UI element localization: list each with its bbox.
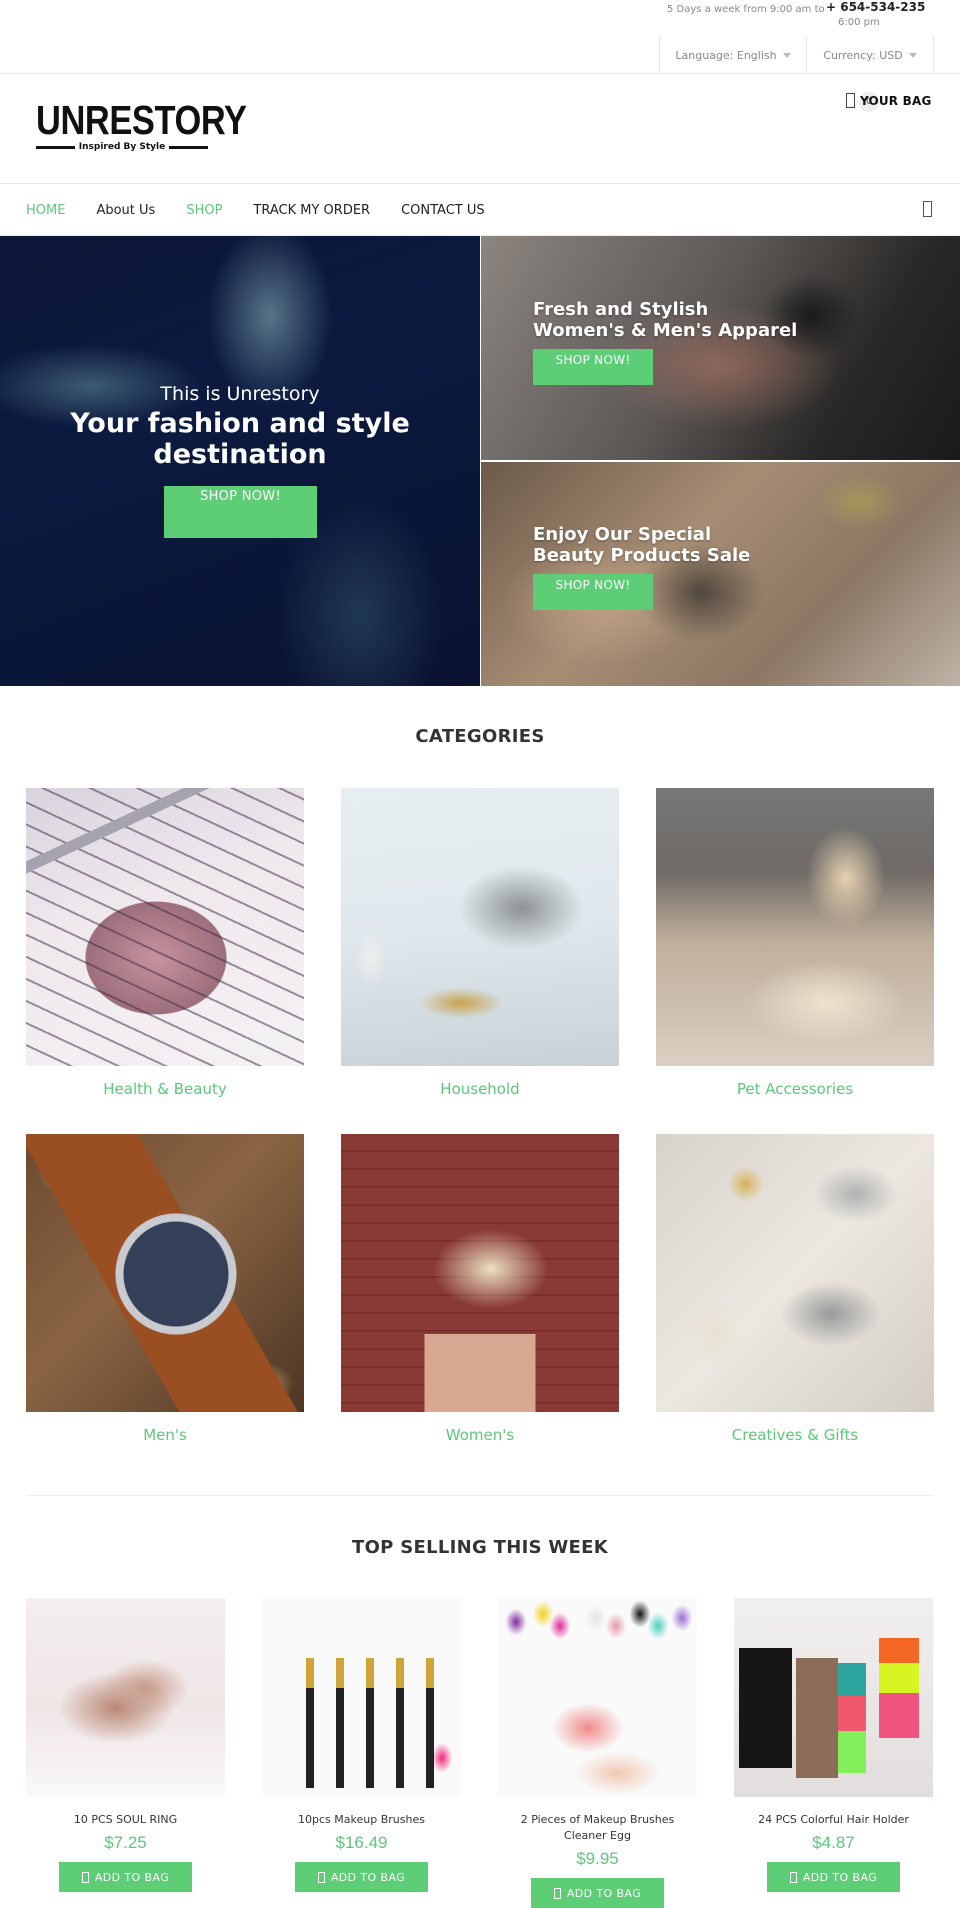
chevron-down-icon (908, 52, 917, 58)
category-card[interactable]: Health & Beauty (26, 788, 304, 1134)
product-price: $16.49 (335, 1833, 388, 1852)
beauty-title-line: Beauty Products Sale (533, 545, 751, 566)
product-image[interactable] (498, 1598, 697, 1797)
beauty-title-line: Enjoy Our Special (533, 524, 712, 545)
shopping-bag-icon (553, 1887, 561, 1899)
product-card: 2 Pieces of Makeup Brushes Cleaner Egg $… (498, 1598, 697, 1908)
header: UNRESTORY Inspired By Style (0, 74, 960, 184)
nav-item-contact-us[interactable]: CONTACT US (401, 203, 485, 218)
beauty-tile-title: Enjoy Our Special Beauty Products Sale (533, 524, 750, 566)
product-name[interactable]: 10pcs Makeup Brushes (262, 1812, 461, 1828)
hero-banner: This is Unrestory Your fashion and style… (0, 236, 960, 686)
currency-select[interactable]: Currency: USD (807, 36, 934, 74)
category-image-pet-accessories[interactable] (656, 788, 934, 1066)
nav-item-home[interactable]: HOME (26, 203, 65, 218)
category-image-mens[interactable] (26, 1134, 304, 1412)
add-to-bag-label: ADD TO BAG (330, 1870, 406, 1884)
categories-heading: CATEGORIES (415, 726, 545, 747)
product-price: $4.87 (812, 1833, 855, 1852)
top-bar: 5 Days a week from 9:00 am to + 654-534-… (0, 0, 960, 74)
category-label[interactable]: Creatives & Gifts (656, 1426, 934, 1444)
hero-apparel-tile[interactable]: Fresh and Stylish Women's & Men's Appare… (481, 236, 960, 460)
product-price: $7.25 (104, 1833, 147, 1852)
product-price: $9.95 (576, 1849, 619, 1868)
category-label[interactable]: Women's (341, 1426, 619, 1444)
category-image-womens[interactable] (341, 1134, 619, 1412)
chevron-down-icon (782, 52, 791, 58)
phone-number[interactable]: + 654-534-235 (826, 0, 925, 14)
divider (169, 145, 208, 149)
category-card[interactable]: Creatives & Gifts (656, 1134, 934, 1480)
add-to-bag-button[interactable]: ADD TO BAG (59, 1862, 192, 1892)
logo-tagline: Inspired By Style (78, 142, 166, 152)
logo-wordmark: UNRESTORY (36, 97, 247, 143)
logo[interactable]: UNRESTORY Inspired By Style (36, 97, 247, 152)
add-to-bag-button[interactable]: ADD TO BAG (531, 1878, 664, 1908)
language-label: Language: English (675, 48, 777, 62)
hero-title: Your fashion and style destination (70, 408, 410, 470)
hero-beauty-tile[interactable]: Enjoy Our Special Beauty Products Sale S… (481, 462, 960, 686)
category-card[interactable]: Men's (26, 1134, 304, 1480)
product-grid: 10 PCS SOUL RING $7.25 ADD TO BAG 10pcs … (26, 1598, 934, 1908)
product-name[interactable]: 2 Pieces of Makeup Brushes Cleaner Egg (498, 1812, 697, 1844)
shopping-bag-icon (789, 1871, 797, 1883)
categories-grid: Health & Beauty Household Pet Accessorie… (26, 788, 934, 1480)
currency-label: Currency: USD (823, 48, 903, 62)
divider (36, 145, 75, 149)
category-label[interactable]: Health & Beauty (26, 1080, 304, 1098)
product-image[interactable] (262, 1598, 461, 1797)
shopping-bag-icon (317, 1871, 325, 1883)
add-to-bag-label: ADD TO BAG (566, 1886, 642, 1900)
main-nav: HOME About Us SHOP TRACK MY ORDER CONTAC… (0, 184, 960, 236)
category-card[interactable]: Women's (341, 1134, 619, 1480)
category-label[interactable]: Men's (26, 1426, 304, 1444)
locale-selectors: Language: English Currency: USD (659, 36, 934, 74)
hero-shop-now-button[interactable]: SHOP NOW! (164, 486, 317, 538)
product-image[interactable] (26, 1598, 225, 1797)
beauty-shop-now-button[interactable]: SHOP NOW! (533, 574, 653, 610)
category-image-creatives-gifts[interactable] (656, 1134, 934, 1412)
product-image[interactable] (734, 1598, 933, 1797)
logo-tagline-row: Inspired By Style (36, 142, 208, 152)
apparel-title-line: Fresh and Stylish (533, 299, 709, 320)
product-card: 24 PCS Colorful Hair Holder $4.87 ADD TO… (734, 1598, 933, 1908)
category-image-health-beauty[interactable] (26, 788, 304, 1066)
product-card: 10 PCS SOUL RING $7.25 ADD TO BAG (26, 1598, 225, 1908)
section-divider (26, 1495, 934, 1496)
category-image-household[interactable] (341, 788, 619, 1066)
nav-item-shop[interactable]: SHOP (186, 203, 222, 218)
category-card[interactable]: Pet Accessories (656, 788, 934, 1134)
shopping-bag-icon[interactable] (923, 201, 932, 217)
product-name[interactable]: 10 PCS SOUL RING (26, 1812, 225, 1828)
category-label[interactable]: Pet Accessories (656, 1080, 934, 1098)
language-select[interactable]: Language: English (660, 36, 807, 74)
your-bag-label: YOUR BAG (860, 93, 932, 108)
hero-main-banner: This is Unrestory Your fashion and style… (0, 236, 480, 686)
product-name[interactable]: 24 PCS Colorful Hair Holder (734, 1812, 933, 1828)
add-to-bag-button[interactable]: ADD TO BAG (295, 1862, 428, 1892)
nav-item-track-my-order[interactable]: TRACK MY ORDER (253, 203, 370, 218)
apparel-shop-now-button[interactable]: SHOP NOW! (533, 349, 653, 385)
top-selling-heading: TOP SELLING THIS WEEK (351, 1537, 608, 1558)
business-hours: 5 Days a week from 9:00 am to (667, 4, 825, 15)
apparel-title-line: Women's & Men's Apparel (533, 320, 798, 341)
category-card[interactable]: Household (341, 788, 619, 1134)
category-label[interactable]: Household (341, 1080, 619, 1098)
nav-item-about-us[interactable]: About Us (96, 203, 155, 218)
add-to-bag-button[interactable]: ADD TO BAG (767, 1862, 900, 1892)
business-hours-end: 6:00 pm (838, 17, 880, 28)
product-card: 10pcs Makeup Brushes $16.49 ADD TO BAG (262, 1598, 461, 1908)
add-to-bag-label: ADD TO BAG (802, 1870, 878, 1884)
shopping-bag-icon (846, 93, 855, 108)
add-to-bag-label: ADD TO BAG (94, 1870, 170, 1884)
your-bag-button[interactable]: YOUR BAG (846, 93, 932, 108)
apparel-tile-title: Fresh and Stylish Women's & Men's Appare… (533, 299, 797, 341)
shopping-bag-icon (81, 1871, 89, 1883)
hero-pretitle: This is Unrestory (160, 383, 320, 405)
